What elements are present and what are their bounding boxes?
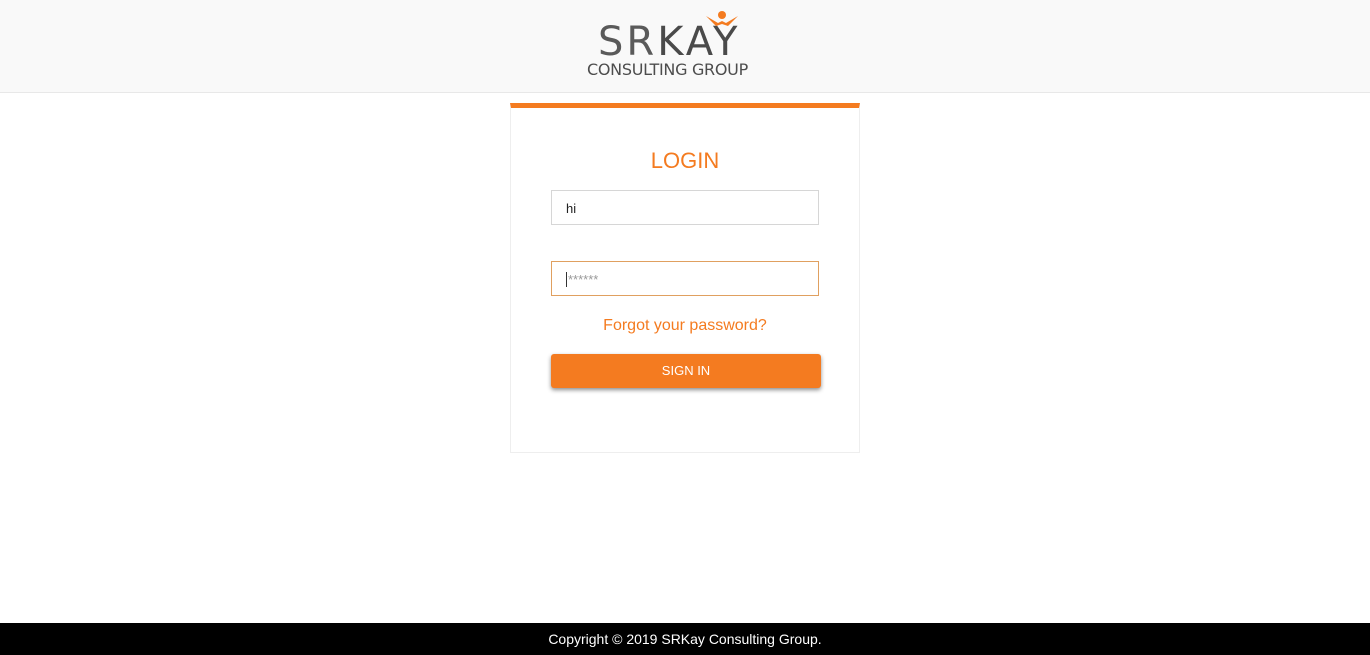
sign-in-button[interactable]: SIGN IN	[551, 354, 821, 388]
username-input[interactable]: hi	[551, 190, 819, 225]
logo-subtitle: CONSULTING GROUP	[587, 60, 748, 79]
username-value: hi	[566, 201, 577, 216]
logo[interactable]: SRKAY CONSULTING GROUP	[586, 10, 786, 82]
password-value: ******	[568, 272, 599, 287]
login-title: LOGIN	[650, 148, 720, 173]
login-card: LOGIN hi ****** Forgot your password? SI…	[510, 103, 860, 453]
password-input[interactable]: ******	[551, 261, 819, 296]
logo-wordmark-sr: SR	[598, 19, 658, 65]
copyright-text: Copyright © 2019 SRKay Consulting Group.	[548, 631, 822, 647]
header: SRKAY CONSULTING GROUP	[0, 0, 1370, 93]
person-icon	[706, 11, 738, 26]
forgot-password-link[interactable]: Forgot your password?	[511, 317, 859, 335]
text-caret	[566, 272, 567, 288]
footer: Copyright © 2019 SRKay Consulting Group.	[0, 623, 1370, 655]
